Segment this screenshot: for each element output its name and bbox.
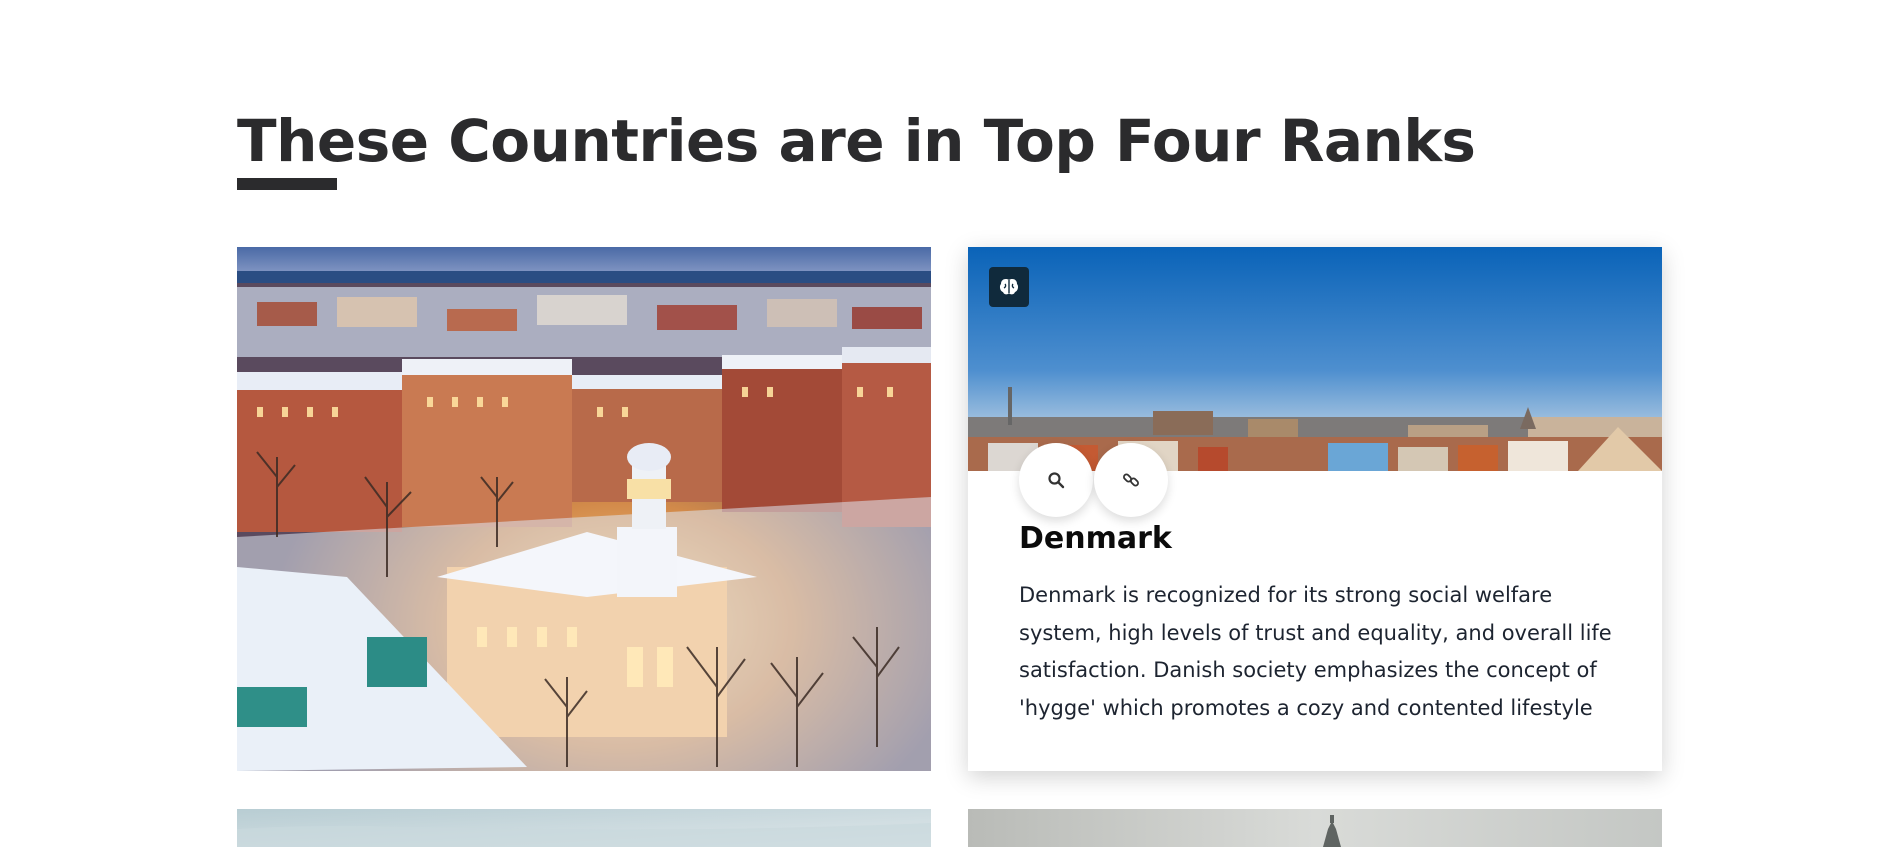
card-banner bbox=[968, 247, 1662, 471]
tower-landscape-photo bbox=[968, 809, 1662, 847]
heading-underline bbox=[237, 178, 337, 190]
section-heading: These Countries are in Top Four Ranks bbox=[237, 107, 1476, 175]
brain-badge bbox=[989, 267, 1029, 307]
city-skyline-photo bbox=[968, 247, 1662, 471]
page: These Countries are in Top Four Ranks De… bbox=[0, 0, 1887, 847]
card-description: Denmark is recognized for its strong soc… bbox=[1019, 583, 1612, 720]
country-card-partial-right[interactable] bbox=[968, 809, 1662, 847]
card-title: Denmark bbox=[1019, 521, 1172, 556]
overcast-landscape-photo bbox=[237, 809, 931, 847]
country-card-denmark[interactable]: Denmark Denmark is recognized for its st… bbox=[968, 247, 1662, 771]
search-icon bbox=[1048, 472, 1065, 489]
link-icon bbox=[1123, 473, 1139, 487]
brain-icon bbox=[999, 279, 1019, 295]
country-card-partial-left[interactable] bbox=[237, 809, 931, 847]
snowy-city-photo bbox=[237, 247, 931, 771]
search-button[interactable] bbox=[1019, 443, 1093, 517]
country-card-image[interactable] bbox=[237, 247, 931, 771]
link-button[interactable] bbox=[1094, 443, 1168, 517]
